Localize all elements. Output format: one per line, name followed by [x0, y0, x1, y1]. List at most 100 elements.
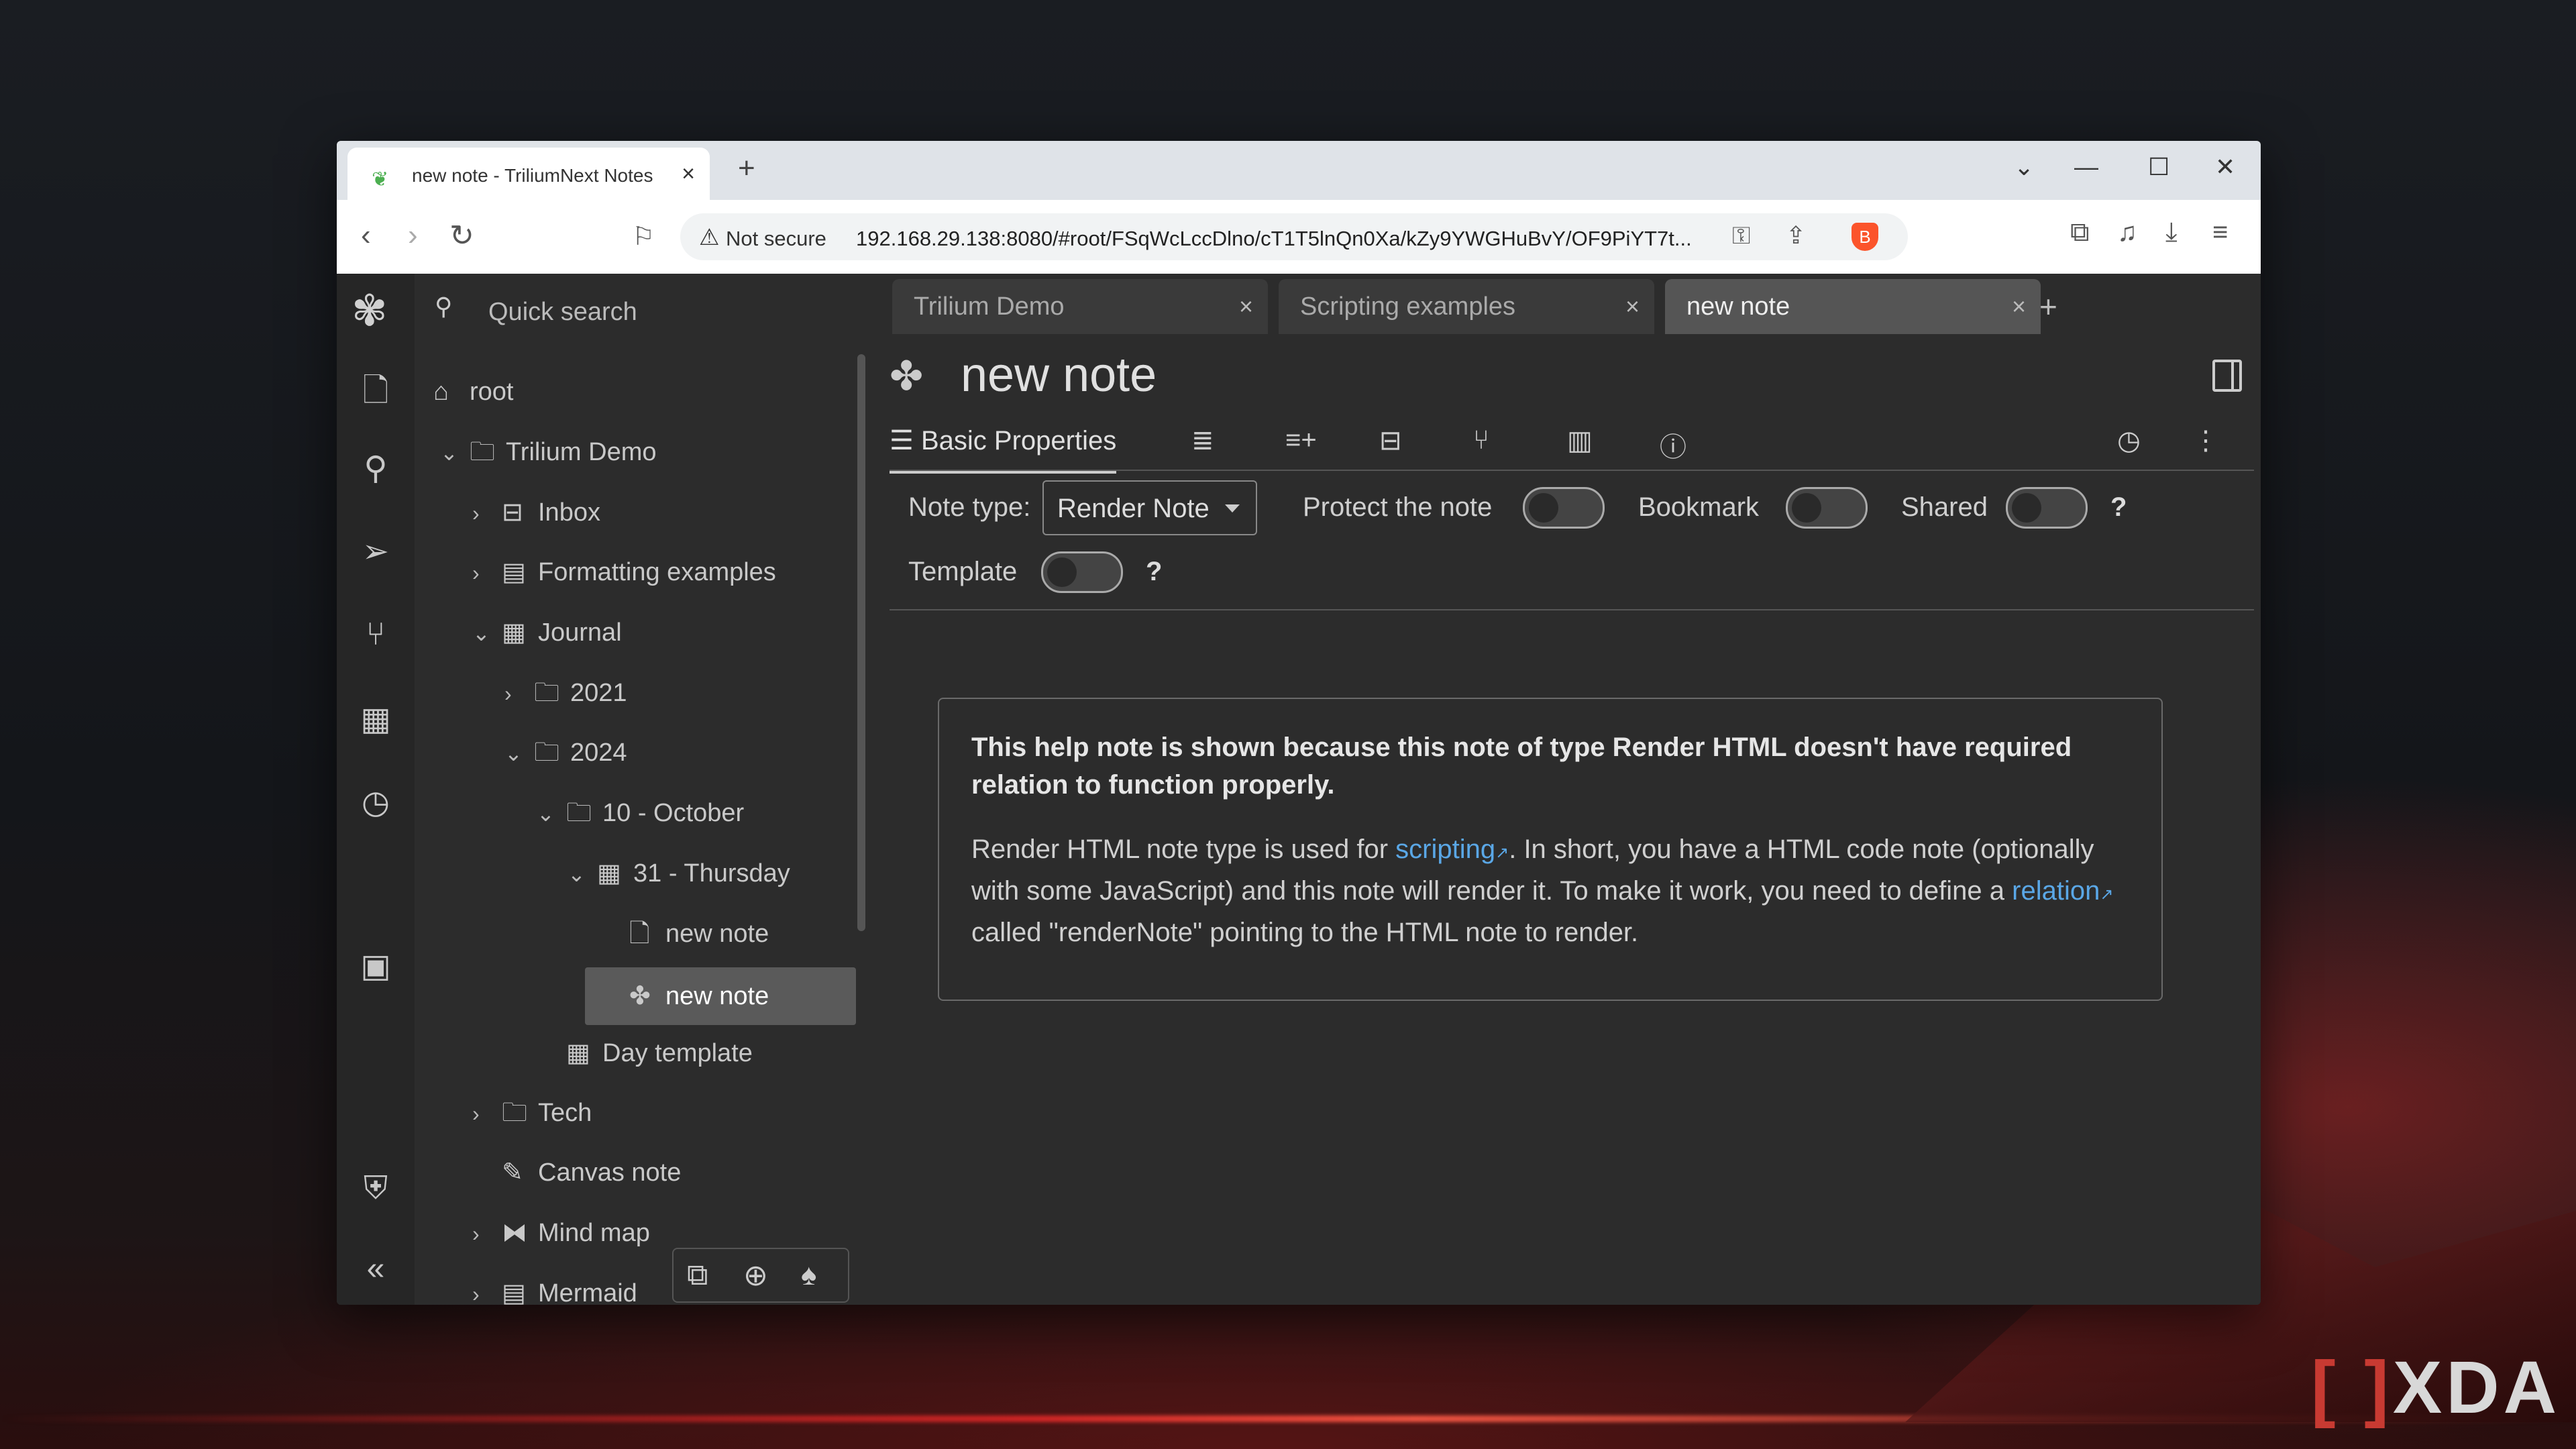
note-map-icon[interactable]: ⑂: [1473, 425, 1489, 455]
revisions-icon[interactable]: ◷: [2117, 425, 2141, 456]
collapse-tree-icon[interactable]: ⧉: [687, 1258, 708, 1292]
toggle-right-pane-icon[interactable]: [2212, 360, 2242, 392]
trilium-logo-icon[interactable]: ✾: [352, 286, 388, 336]
chevron-right-icon[interactable]: ›: [472, 546, 502, 600]
chevron-right-icon[interactable]: ›: [472, 1267, 502, 1305]
info-icon[interactable]: ⓘ: [1660, 425, 1686, 464]
close-icon[interactable]: ×: [2012, 292, 2026, 321]
new-tab-icon[interactable]: +: [738, 152, 755, 185]
media-icon[interactable]: ♫: [2117, 217, 2137, 248]
close-tab-icon[interactable]: ×: [682, 161, 695, 187]
search-icon[interactable]: ⚲: [349, 449, 402, 487]
tree-node-root[interactable]: ⌂ root: [433, 365, 513, 419]
download-icon[interactable]: ⤓: [2165, 217, 2178, 248]
folder-icon: 🗀: [502, 1099, 528, 1127]
close-icon[interactable]: ×: [1239, 292, 1253, 321]
protected-session-icon[interactable]: ⛨: [349, 1170, 402, 1208]
bookmark-toggle[interactable]: [1786, 487, 1868, 529]
forward-icon[interactable]: ›: [408, 219, 418, 252]
tree-node[interactable]: › ▤ Formatting examples: [472, 545, 776, 599]
tree-node[interactable]: 🗋 new note: [629, 907, 769, 961]
history-icon[interactable]: ◷: [349, 784, 402, 821]
owned-attributes-icon[interactable]: ≡+: [1285, 425, 1317, 455]
browser-tabstrip: ❦ new note - TriliumNext Notes × + ⌄ — ☐…: [337, 141, 2261, 200]
more-menu-icon[interactable]: ⋮: [2192, 425, 2219, 456]
chevron-down-icon[interactable]: ⌄: [440, 426, 470, 480]
tree-scrollbar[interactable]: [857, 354, 865, 931]
new-note-tab-icon[interactable]: +: [2039, 288, 2057, 325]
bookmark-label: Bookmark: [1638, 492, 1760, 522]
today-icon[interactable]: ▣: [349, 947, 402, 985]
note-type-select[interactable]: Render Note: [1042, 480, 1257, 535]
collapse-sidebar-icon[interactable]: «: [349, 1250, 402, 1287]
chevron-right-icon[interactable]: ›: [472, 1207, 502, 1260]
chevron-down-icon[interactable]: ⌄: [537, 787, 566, 841]
tree-node[interactable]: ⌄ 🗀 2024: [504, 726, 627, 780]
launcher-bar: ✾ 🗋 ⚲ ➢ ⑂ ▦ ◷ ▣ ⛨ «: [337, 274, 415, 1305]
reload-icon[interactable]: ↻: [449, 219, 474, 253]
help-heading: This help note is shown because this not…: [971, 733, 2072, 800]
scroll-to-active-icon[interactable]: ⊕: [743, 1258, 768, 1293]
tab-search-icon[interactable]: ⌄: [2014, 153, 2034, 181]
chevron-right-icon[interactable]: ›: [472, 486, 502, 540]
omnibox[interactable]: ⚠ Not secure 192.168.29.138:8080/#root/F…: [680, 213, 1908, 260]
url-text[interactable]: 192.168.29.138:8080/#root/FSqWcLccDlno/c…: [856, 227, 1708, 251]
similar-notes-icon[interactable]: ▥: [1567, 425, 1593, 456]
close-icon[interactable]: ×: [1625, 292, 1640, 321]
key-icon[interactable]: ⚿: [1732, 221, 1750, 250]
back-icon[interactable]: ‹: [361, 219, 371, 252]
scripting-link[interactable]: scripting: [1395, 835, 1495, 864]
tab-scripting-examples[interactable]: Scripting examples ×: [1279, 279, 1654, 334]
browser-tab-title: new note - TriliumNext Notes: [412, 165, 653, 186]
tab-trilium-demo[interactable]: Trilium Demo ×: [892, 279, 1268, 334]
tree-node[interactable]: ⌄ ▦ 31 - Thursday: [568, 847, 790, 900]
browser-tab[interactable]: ❦ new note - TriliumNext Notes ×: [347, 148, 710, 200]
promoted-attributes-icon[interactable]: ≣: [1191, 425, 1214, 456]
tree-settings-icon[interactable]: ♠: [801, 1258, 816, 1292]
calendar-icon[interactable]: ▦: [349, 700, 402, 738]
extensions-icon[interactable]: ⧉: [2070, 217, 2090, 248]
close-window-icon[interactable]: ✕: [2215, 153, 2235, 181]
note-map-icon[interactable]: ⑂: [349, 616, 402, 653]
puzzle-icon: ✤: [629, 982, 651, 1010]
chevron-right-icon[interactable]: ›: [472, 1087, 502, 1140]
tree-node[interactable]: ⌄ 🗀 10 - October: [537, 786, 744, 840]
tree-node[interactable]: ⌄ 🗀 Trilium Demo: [440, 425, 657, 479]
bookmark-icon[interactable]: ⚐: [632, 221, 655, 252]
minimize-icon[interactable]: —: [2074, 153, 2098, 181]
chevron-down-icon[interactable]: ⌄: [504, 727, 534, 780]
chevron-down-icon[interactable]: ⌄: [568, 847, 597, 901]
template-help-icon[interactable]: ?: [1146, 557, 1162, 587]
maximize-icon[interactable]: ☐: [2148, 153, 2169, 181]
protect-toggle[interactable]: [1523, 487, 1605, 529]
tree-node-selected[interactable]: ✤ new note: [585, 967, 856, 1025]
inherited-attributes-icon[interactable]: ⊟: [1379, 425, 1402, 456]
brave-shield-icon[interactable]: B: [1851, 223, 1878, 251]
tree-node[interactable]: › 🗀 2021: [504, 666, 627, 720]
tab-new-note[interactable]: new note ×: [1665, 279, 2041, 334]
tree-node[interactable]: ⌄ ▦ Journal: [472, 606, 622, 659]
note-title[interactable]: new note: [961, 347, 1157, 402]
puzzle-icon: ✤: [890, 354, 924, 398]
tree-node[interactable]: › ⊟ Inbox: [472, 486, 600, 539]
new-note-icon[interactable]: 🗋: [349, 368, 402, 422]
book-icon: ▤: [502, 558, 526, 586]
tree-node[interactable]: › 🗀 Tech: [472, 1086, 592, 1140]
browser-window: ❦ new note - TriliumNext Notes × + ⌄ — ☐…: [337, 141, 2261, 1305]
send-icon[interactable]: ➢: [349, 533, 402, 570]
tab-basic-properties[interactable]: ☰ Basic Properties: [890, 425, 1117, 474]
share-icon[interactable]: ⇪: [1786, 221, 1806, 250]
relation-link[interactable]: relation: [2012, 876, 2100, 906]
template-toggle[interactable]: [1041, 551, 1123, 593]
menu-icon[interactable]: ≡: [2212, 217, 2228, 248]
tree-node[interactable]: ✎ Canvas note: [502, 1146, 681, 1199]
ribbon: ☰ Basic Properties ≣ ≡+ ⊟ ⑂ ▥ ⓘ ◷ ⋮: [890, 408, 2254, 474]
tree-node[interactable]: › ▤ Mermaid: [472, 1267, 637, 1305]
chevron-down-icon[interactable]: ⌄: [472, 606, 502, 660]
shared-toggle[interactable]: [2006, 487, 2088, 529]
quick-search[interactable]: ⚲ Quick search: [415, 274, 871, 341]
tree-node[interactable]: › ⧓ Mind map: [472, 1206, 650, 1260]
tree-node[interactable]: ▦ Day template: [566, 1026, 753, 1080]
chevron-right-icon[interactable]: ›: [504, 667, 534, 720]
shared-help-icon[interactable]: ?: [2110, 492, 2127, 523]
